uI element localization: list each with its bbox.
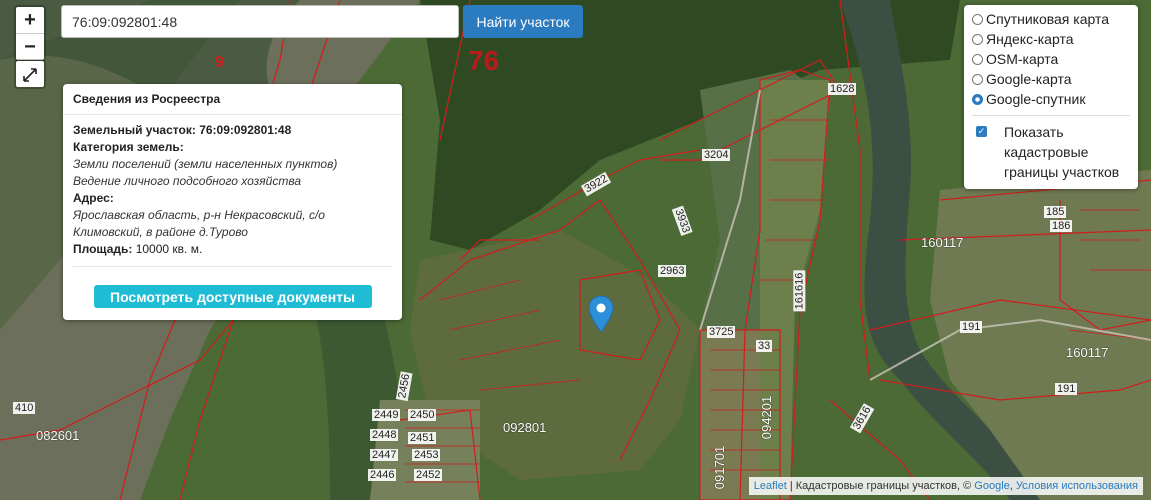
parcel-label: 2963 [658, 265, 687, 277]
area-row: Площадь: 10000 кв. м. [73, 241, 392, 258]
cadastral-overlay-label: Показать кадастровые границы участков [1004, 124, 1120, 180]
map-label: 9 [215, 54, 224, 71]
info-panel-title: Сведения из Росреестра [63, 84, 402, 115]
radio-button[interactable] [972, 13, 983, 25]
parcel-label: Земельный участок: [73, 123, 196, 137]
divider [73, 266, 392, 267]
parcel-label: 161616 [793, 270, 806, 312]
zoom-in-button[interactable]: + [16, 7, 44, 33]
map-pin-icon[interactable] [589, 296, 613, 332]
cadastral-block-label: 091701 [712, 445, 728, 490]
layer-option-google-satellite[interactable]: Google-спутник [964, 89, 1138, 109]
view-documents-button[interactable]: Посмотреть доступные документы [93, 285, 372, 308]
cadastral-block-label: 160117 [921, 235, 964, 250]
radio-button[interactable] [972, 73, 983, 85]
address-label: Адрес: [73, 191, 114, 205]
layer-switcher: Спутниковая карта Яндекс-карта OSM-карта… [964, 5, 1138, 189]
cadastral-block-label: 082601 [36, 428, 80, 443]
terms-link[interactable]: Условия использования [1016, 480, 1138, 492]
category-row: Категория земель: [73, 139, 392, 156]
layer-option-label: Яндекс-карта [986, 31, 1074, 47]
layer-option-google-map[interactable]: Google-карта [964, 69, 1138, 89]
layer-option-label: OSM-карта [986, 51, 1059, 67]
layer-option-label: Google-спутник [986, 91, 1086, 107]
layer-option-yandex[interactable]: Яндекс-карта [964, 29, 1138, 49]
parcel-label: 2449 [372, 409, 401, 421]
cadastral-block-label: 160117 [1066, 345, 1109, 360]
parcel-label: 3725 [707, 326, 736, 338]
radio-button[interactable] [972, 33, 983, 45]
parcel-value: 76:09:092801:48 [199, 123, 292, 137]
zoom-out-button[interactable]: − [16, 33, 44, 60]
parcel-label: 186 [1050, 220, 1073, 232]
parcel-label: 33 [756, 340, 773, 352]
fullscreen-button[interactable] [14, 59, 46, 89]
layer-option-label: Спутниковая карта [986, 11, 1109, 27]
parcel-label: 2448 [370, 429, 399, 441]
checkbox-checked-icon[interactable]: ✓ [976, 126, 987, 137]
area-label: Площадь: [73, 242, 133, 256]
parcel-label: 1628 [828, 83, 857, 95]
parcel-label: 2452 [414, 469, 443, 481]
parcel-label: 191 [1055, 383, 1078, 395]
radio-button-selected[interactable] [972, 93, 983, 105]
radio-button[interactable] [972, 53, 983, 65]
parcel-label: 410 [13, 402, 36, 414]
rosreestr-info-panel: Сведения из Росреестра Земельный участок… [63, 84, 402, 320]
cadastral-block-label: 092801 [503, 420, 547, 435]
cadastral-search-input[interactable] [61, 5, 459, 38]
divider [972, 115, 1130, 116]
parcel-label: 2446 [368, 469, 397, 481]
address-row: Адрес: [73, 190, 392, 207]
leaflet-link[interactable]: Leaflet [754, 480, 787, 492]
address-value-1: Ярославская область, р-н Некрасовский, с… [73, 208, 325, 222]
category-label: Категория земель: [73, 140, 184, 154]
parcel-label: 2450 [408, 409, 437, 421]
area-value: 10000 кв. м. [135, 242, 203, 256]
find-parcel-button[interactable]: Найти участок [463, 5, 583, 38]
parcel-label: 185 [1044, 206, 1067, 218]
layer-option-satellite[interactable]: Спутниковая карта [964, 9, 1138, 29]
attribution-text: | Кадастровые границы участков, © [786, 480, 975, 492]
parcel-label: 191 [960, 321, 983, 333]
category-value-2: Ведение личного подсобного хозяйства [73, 174, 301, 188]
parcel-label: 3204 [702, 149, 731, 161]
expand-arrows-icon [23, 68, 37, 83]
region-number-label: 76 [468, 45, 500, 76]
map-view[interactable]: 76 9 1628 3204 3922 3933 2963 3725 16011… [0, 0, 1151, 500]
address-value-2: Климовский, в районе д.Турово [73, 225, 248, 239]
category-value-1: Земли поселений (земли населенных пункто… [73, 157, 338, 171]
parcel-label: 2451 [408, 432, 437, 444]
zoom-control: + − [14, 5, 46, 62]
parcel-label: 2453 [412, 449, 441, 461]
map-attribution: Leaflet | Кадастровые границы участков, … [748, 477, 1143, 495]
google-link[interactable]: Google [974, 480, 1009, 492]
parcel-row: Земельный участок: 76:09:092801:48 [73, 122, 392, 139]
cadastral-block-label: 094201 [759, 395, 775, 440]
info-panel-body: Земельный участок: 76:09:092801:48 Катег… [63, 115, 402, 258]
layer-option-osm[interactable]: OSM-карта [964, 49, 1138, 69]
parcel-label: 2447 [370, 449, 399, 461]
cadastral-overlay-toggle[interactable]: ✓ Показать кадастровые границы участков [964, 122, 1138, 182]
layer-option-label: Google-карта [986, 71, 1072, 87]
